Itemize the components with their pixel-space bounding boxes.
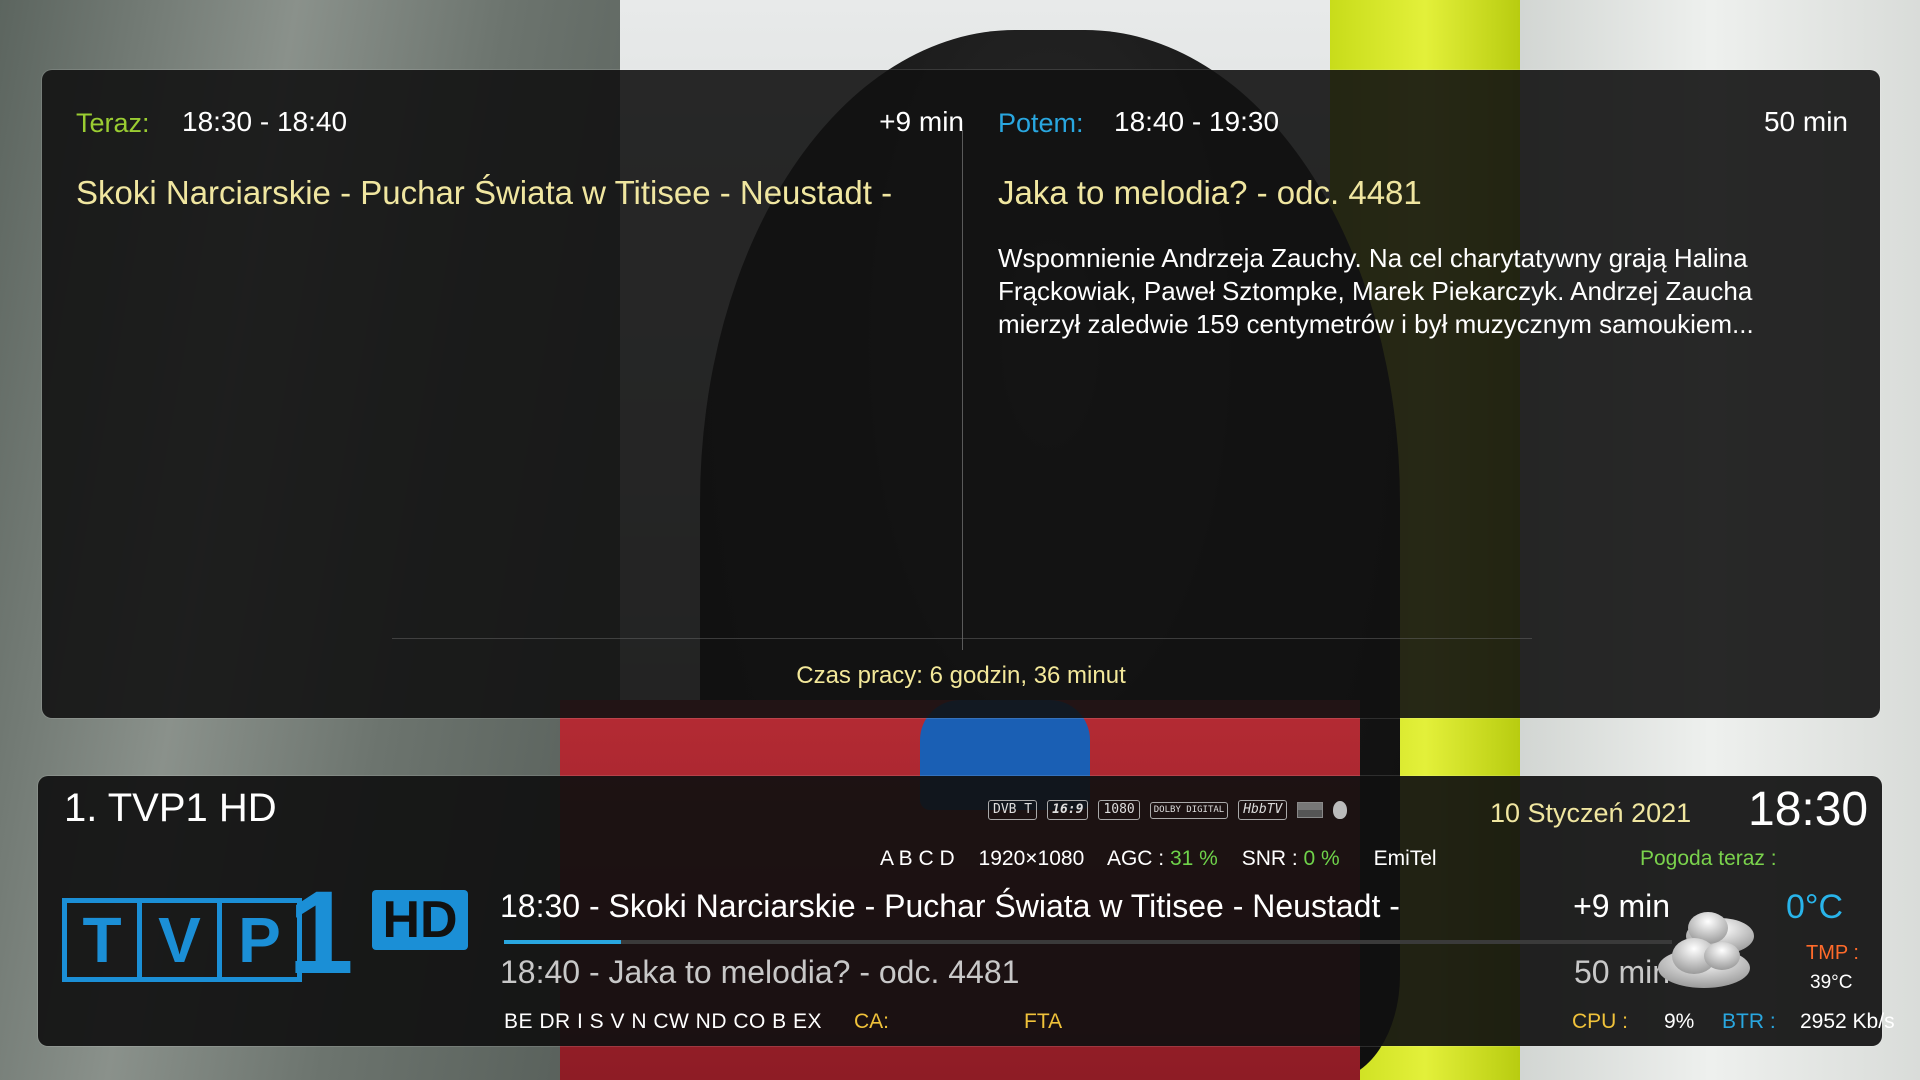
ca-label: CA: <box>854 1010 890 1033</box>
temperature: 0°C <box>1786 888 1844 926</box>
progress-bar <box>504 940 1672 944</box>
alien-icon <box>1333 801 1348 819</box>
tuner-temp-label: TMP : <box>1806 942 1859 964</box>
epg-next-column: Potem: 18:40 - 19:30 50 min Jaka to melo… <box>962 70 1880 630</box>
next-title: Jaka to melodia? - odc. 4481 <box>998 174 1422 211</box>
dolby-digital-icon: DOLBY DIGITAL <box>1149 801 1229 819</box>
now-time: 18:30 - 18:40 <box>182 106 348 137</box>
snr-label: SNR : <box>1241 847 1298 870</box>
now-duration: +9 min <box>879 106 964 137</box>
epg-info-panel: Teraz: 18:30 - 18:40 +9 min Skoki Narcia… <box>42 70 1880 718</box>
hbbtv-icon: HbbTV <box>1238 800 1288 820</box>
caid-list: BE DR I S V N CW ND CO B EX <box>504 1010 823 1033</box>
dvbt-icon: DVB T <box>988 800 1038 820</box>
agc-value: 31 % <box>1169 847 1218 870</box>
tech-info-row: A B C D 1920×1080 AGC : 31 % SNR : 0 % E… <box>880 847 1455 871</box>
stream-icons: DVB T 16:9 1080 DOLBY DIGITAL HbbTV <box>988 800 1348 820</box>
snr-value: 0 % <box>1303 847 1340 870</box>
progress-fill <box>504 940 621 944</box>
next-label: Potem: <box>998 108 1084 138</box>
next-duration: 50 min <box>1763 106 1848 137</box>
resolution-1080-icon: 1080 <box>1098 800 1140 820</box>
weather-label: Pogoda teraz : <box>1640 847 1777 870</box>
video-resolution: 1920×1080 <box>978 847 1085 870</box>
next-time: 18:40 - 19:30 <box>1114 106 1280 137</box>
infobar-now-row: 18:30 - Skoki Narciarskie - Puchar Świat… <box>500 888 1670 925</box>
snr-info: SNR : 0 % <box>1242 847 1340 870</box>
agc-info: AGC : 31 % <box>1107 847 1218 870</box>
tuner-temp-value: 39°C <box>1810 972 1853 993</box>
ca-systems: A B C D <box>880 847 955 870</box>
logo-hd: HD <box>372 890 468 950</box>
infobar: 1. TVP1 HD DVB T 16:9 1080 DOLBY DIGITAL… <box>38 776 1895 1046</box>
next-description: Wspomnienie Andrzeja Zauchy. Na cel char… <box>998 243 1754 339</box>
date: 10 Styczeń 2021 <box>1490 798 1692 828</box>
agc-label: AGC : <box>1106 847 1165 870</box>
ca-value: FTA <box>1024 1010 1063 1033</box>
now-label: Teraz: <box>76 108 150 138</box>
bitrate-label: BTR : <box>1722 1010 1776 1033</box>
channel-name: 1. TVP1 HD <box>64 786 277 830</box>
epg-now-column: Teraz: 18:30 - 18:40 +9 min Skoki Narcia… <box>42 70 964 630</box>
cloudy-weather-icon <box>1658 912 1754 988</box>
logo-letter-v: V <box>142 898 222 982</box>
provider: EmiTel <box>1373 847 1437 870</box>
flag-icon <box>1297 802 1324 818</box>
now-title: Skoki Narciarskie - Puchar Świata w Titi… <box>76 174 893 211</box>
logo-number: 1 <box>288 867 354 999</box>
clock: 18:30 <box>1748 783 1869 836</box>
bitrate-value: 2952 Kb/s <box>1800 1010 1895 1033</box>
uptime-text: Czas pracy: 6 godzin, 36 minut <box>796 662 1126 689</box>
channel-logo: T V P 1 HD <box>62 874 482 992</box>
infobar-next-title: 18:40 - Jaka to melodia? - odc. 4481 <box>500 954 1020 990</box>
cpu-label: CPU : <box>1572 1010 1629 1033</box>
cpu-value: 9% <box>1664 1010 1695 1033</box>
infobar-next-row: 18:40 - Jaka to melodia? - odc. 4481 50 … <box>500 954 1670 991</box>
logo-letter-t: T <box>62 898 142 982</box>
aspect-16-9-icon: 16:9 <box>1047 800 1089 820</box>
epg-separator <box>392 638 1532 639</box>
infobar-now-title: 18:30 - Skoki Narciarskie - Puchar Świat… <box>500 888 1400 924</box>
